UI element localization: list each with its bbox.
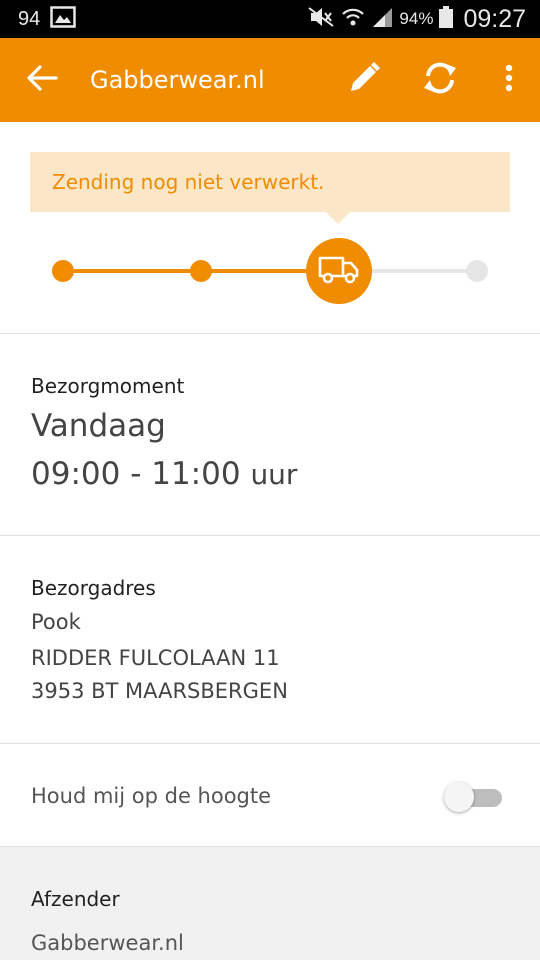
- delivery-day: Vandaag: [31, 408, 166, 444]
- delivery-time: 09:00 - 11:00 uur: [31, 456, 297, 492]
- recipient-name: Pook: [31, 610, 81, 634]
- signal-icon: [371, 6, 393, 33]
- back-button[interactable]: [0, 38, 84, 122]
- notify-label: Houd mij op de hoogte: [31, 784, 272, 808]
- sender-section: Afzender Gabberwear.nl: [0, 847, 540, 960]
- address-street: RIDDER FULCOLAAN 11: [31, 646, 280, 670]
- delivery-truck-icon: [317, 254, 361, 288]
- shipment-status: Zending nog niet verwerkt.: [0, 122, 540, 334]
- sender-label: Afzender: [31, 887, 120, 911]
- image-icon: [50, 5, 76, 33]
- back-arrow-icon: [26, 64, 58, 96]
- notify-toggle[interactable]: [444, 782, 504, 812]
- battery-icon: [439, 5, 454, 33]
- edit-pencil-icon: [347, 61, 381, 99]
- progress-step-1: [52, 260, 74, 282]
- progress-step-2: [190, 260, 212, 282]
- toggle-knob: [444, 782, 474, 812]
- more-options-button[interactable]: [478, 38, 540, 122]
- refresh-button[interactable]: [402, 38, 478, 122]
- delivery-address-label: Bezorgadres: [31, 576, 156, 600]
- progress-tracker: [0, 236, 540, 306]
- status-bar: 94 94% 09:27: [0, 0, 540, 38]
- progress-step-4: [466, 260, 488, 282]
- notify-section: Houd mij op de hoogte: [0, 744, 540, 847]
- status-message: Zending nog niet verwerkt.: [52, 170, 325, 194]
- delivery-time-unit: uur: [250, 458, 298, 491]
- page-title: Gabberwear.nl: [90, 66, 265, 94]
- address-postal-city: 3953 BT MAARSBERGEN: [31, 679, 288, 703]
- sender-name: Gabberwear.nl: [31, 931, 184, 955]
- edit-button[interactable]: [326, 38, 402, 122]
- delivery-address-section: Bezorgadres Pook RIDDER FULCOLAAN 11 395…: [0, 536, 540, 744]
- delivery-moment-section: Bezorgmoment Vandaag 09:00 - 11:00 uur: [0, 334, 540, 536]
- delivery-time-range: 09:00 - 11:00: [31, 456, 241, 492]
- progress-step-current: [306, 238, 372, 304]
- more-vert-icon: [505, 64, 513, 96]
- app-bar: Gabberwear.nl: [0, 38, 540, 122]
- wifi-icon: [341, 6, 365, 33]
- refresh-icon: [420, 58, 460, 102]
- status-banner: Zending nog niet verwerkt.: [30, 152, 510, 212]
- mute-icon: [307, 6, 335, 33]
- notification-count: 94: [18, 7, 41, 30]
- delivery-moment-label: Bezorgmoment: [31, 374, 185, 398]
- banner-pointer: [326, 212, 350, 224]
- clock: 09:27: [463, 4, 526, 33]
- battery-percent: 94%: [399, 9, 434, 28]
